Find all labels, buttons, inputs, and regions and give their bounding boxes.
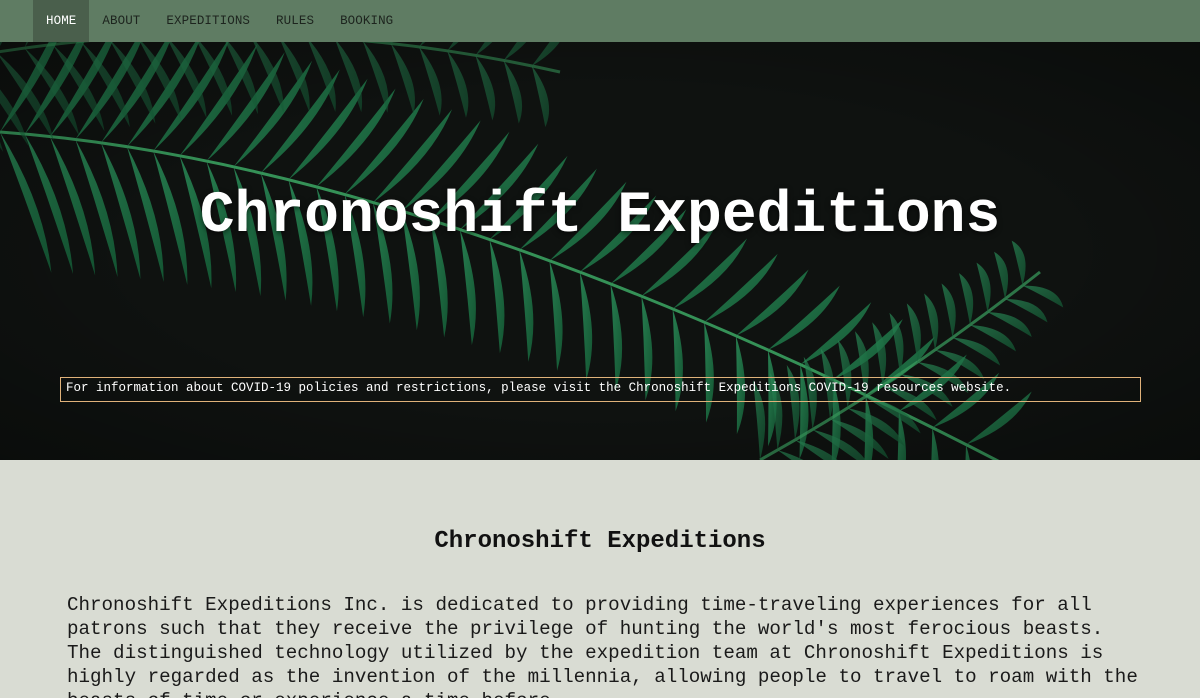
section-heading: Chronoshift Expeditions — [434, 528, 766, 555]
nav-rules[interactable]: RULES — [263, 0, 327, 42]
main-content: Chronoshift Expeditions Chronoshift Expe… — [0, 460, 1200, 698]
hero-title: Chronoshift Expeditions — [199, 184, 1001, 249]
nav-home[interactable]: HOME — [33, 0, 90, 42]
nav-about[interactable]: ABOUT — [89, 0, 153, 42]
intro-paragraph: Chronoshift Expeditions Inc. is dedicate… — [67, 594, 1138, 698]
nav-booking[interactable]: BOOKING — [327, 0, 406, 42]
nav-expeditions[interactable]: EXPEDITIONS — [153, 0, 263, 42]
hero-banner: Chronoshift Expeditions For information … — [0, 42, 1200, 460]
covid-notice-banner[interactable]: For information about COVID-19 policies … — [60, 377, 1141, 402]
top-nav: HOME ABOUT EXPEDITIONS RULES BOOKING — [0, 0, 1200, 42]
